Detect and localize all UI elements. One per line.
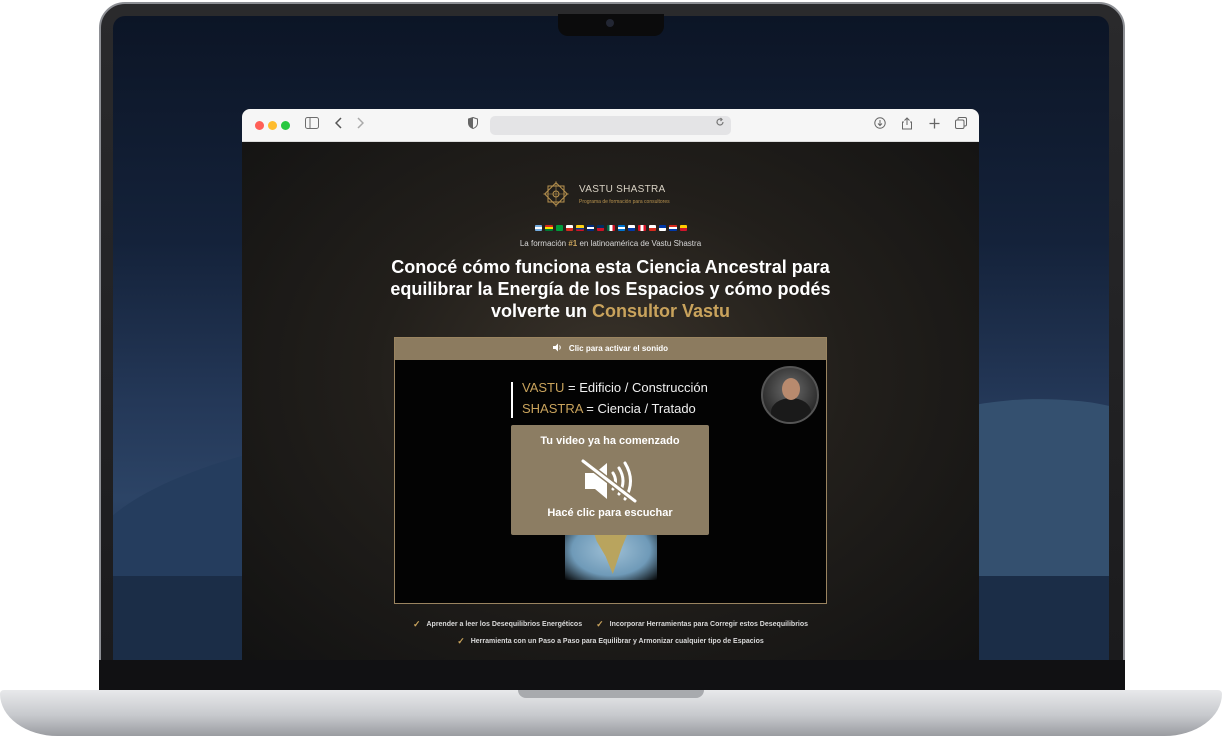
check-icon: ✓ [457,636,465,646]
benefit-item: ✓ Aprender a leer los Desequilibrios Ener… [413,619,582,630]
camera-icon [606,19,614,27]
zoom-window-button[interactable] [281,121,290,130]
close-window-button[interactable] [255,121,264,130]
share-icon[interactable] [901,117,913,134]
benefit-item: ✓ Incorporar Herramientas para Corregir e… [596,619,808,630]
brand-name: VASTU SHASTRA [579,184,666,195]
sidebar-icon[interactable] [305,117,319,133]
benefit-text: Aprender a leer los Desequilibrios Energ… [426,621,583,628]
tagline-rank: #1 [568,239,578,248]
browser-window: VASTU SHASTRA Programa de formación para… [242,109,979,660]
page-headline: Conocé cómo funciona esta Ciencia Ancest… [372,256,849,322]
video-player[interactable]: Clic para activar el sonido VASTU = Edif… [394,337,827,604]
chevron-left-icon[interactable] [334,117,343,133]
tagline: La formación #1 en latinoamérica de Vast… [242,239,979,248]
unmute-overlay[interactable]: Tu video ya ha comenzado Hacé clic para … [511,425,709,535]
india-map-image [565,530,657,580]
vastu-definition: VASTU = Edificio / Construcción [522,380,708,395]
address-bar[interactable] [490,116,731,135]
reload-icon[interactable] [715,117,725,130]
headline-line-1: Conocé cómo funciona esta Ciencia Ancest… [391,257,830,277]
benefits-list: ✓ Aprender a leer los Desequilibrios Ener… [242,619,979,653]
camera-notch [558,14,664,36]
shastra-term: SHASTRA [522,401,583,416]
vastu-logo-icon [543,181,569,207]
overlay-cta: Hacé clic para escuchar [547,507,673,519]
shastra-meaning: = Ciencia / Tratado [582,401,696,416]
chevron-right-icon[interactable] [356,117,365,133]
muted-speaker-icon [581,459,637,503]
overlay-title: Tu video ya ha comenzado [540,435,680,447]
shastra-definition: SHASTRA = Ciencia / Tratado [522,401,696,416]
browser-toolbar [242,109,979,142]
vastu-meaning: = Edificio / Construcción [564,380,708,395]
benefit-text: Incorporar Herramientas para Corregir es… [609,621,809,628]
minimize-window-button[interactable] [268,121,277,130]
check-icon: ✓ [596,619,604,629]
vastu-term: VASTU [522,380,565,395]
shield-icon[interactable] [468,116,478,133]
presenter-avatar [761,366,819,424]
plus-icon[interactable] [929,117,940,133]
tagline-prefix: La formación [519,239,569,248]
headline-line-2: equilibrar la Energía de los Espacios y … [390,279,831,299]
tabs-icon[interactable] [955,117,967,133]
tagline-suffix: en latinoamérica de Vastu Shastra [577,239,702,248]
video-frame[interactable]: VASTU = Edificio / Construcción SHASTRA … [395,360,826,603]
headline-accent: Consultor Vastu [592,301,731,321]
brand-subtitle: Programa de formación para consultores [579,199,670,205]
headline-line-3: volverte un [490,301,592,321]
activate-sound-label: Clic para activar el sonido [568,344,669,353]
activate-sound-bar[interactable]: Clic para activar el sonido [395,338,826,360]
landing-page: VASTU SHASTRA Programa de formación para… [242,142,979,660]
download-icon[interactable] [874,117,886,133]
laptop-base-groove [518,690,704,698]
check-icon: ✓ [412,619,421,629]
benefit-text: Herramienta con un Paso a Paso para Equi… [470,638,764,645]
laptop-frame: VASTU SHASTRA Programa de formación para… [0,0,1222,738]
divider-line [511,382,513,418]
country-flags [535,225,687,233]
speaker-icon [552,343,561,352]
benefit-item: ✓ Herramienta con un Paso a Paso para Equ… [457,636,764,647]
